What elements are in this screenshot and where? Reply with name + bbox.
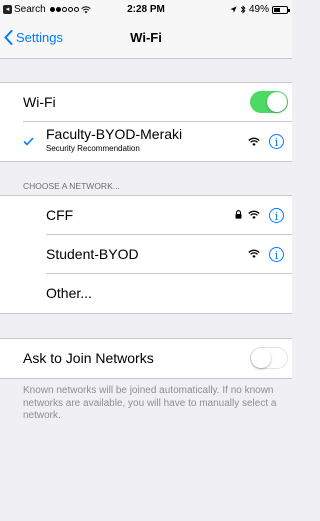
bluetooth-icon [240, 5, 246, 14]
wifi-toggle[interactable] [250, 91, 288, 113]
connected-network-name: Faculty-BYOD-Meraki [46, 126, 183, 142]
checkmark-icon [23, 137, 34, 146]
network-row-student-byod[interactable]: Student-BYOD i [0, 235, 292, 274]
battery-percent: 49% [248, 4, 269, 15]
connected-network-row[interactable]: Faculty-BYOD-Meraki Security Recommendat… [0, 122, 292, 161]
networks-section-header: CHOOSE A NETWORK... [23, 181, 120, 191]
network-row-cff[interactable]: CFF i [0, 196, 292, 235]
navigation-bar: Settings Wi-Fi [0, 20, 292, 59]
wifi-signal-icon [248, 249, 260, 258]
ask-to-join-description: Known networks will be joined automatica… [23, 385, 277, 421]
ask-to-join-label: Ask to Join Networks [23, 350, 154, 366]
info-icon[interactable]: i [269, 134, 284, 149]
wifi-toggle-row: Wi-Fi [0, 83, 292, 122]
other-network-label: Other... [46, 285, 92, 301]
info-icon[interactable]: i [269, 208, 284, 223]
ask-to-join-toggle[interactable] [250, 347, 288, 369]
wifi-toggle-label: Wi-Fi [23, 94, 56, 110]
status-bar: ◂ Search 2:28 PM 49% [0, 0, 292, 20]
lock-icon [235, 210, 242, 219]
other-network-row[interactable]: Other... [0, 274, 292, 313]
battery-level [274, 7, 280, 12]
battery-icon [272, 5, 290, 14]
page-title: Wi-Fi [130, 30, 162, 45]
wifi-signal-icon [248, 137, 260, 146]
info-icon[interactable]: i [269, 247, 284, 262]
connected-network-subtitle: Security Recommendation [46, 144, 140, 153]
network-name: CFF [46, 207, 74, 223]
location-icon [230, 6, 237, 13]
wifi-section: Wi-Fi Faculty-BYOD-Meraki Security Recom… [0, 82, 292, 162]
status-right: 49% [230, 4, 290, 15]
ask-to-join-section: Ask to Join Networks [0, 338, 292, 379]
network-name: Student-BYOD [46, 246, 139, 262]
networks-section: CFF i Student-BYOD i Other... [0, 195, 292, 314]
ask-to-join-row: Ask to Join Networks [0, 339, 292, 378]
wifi-signal-icon [248, 210, 260, 219]
